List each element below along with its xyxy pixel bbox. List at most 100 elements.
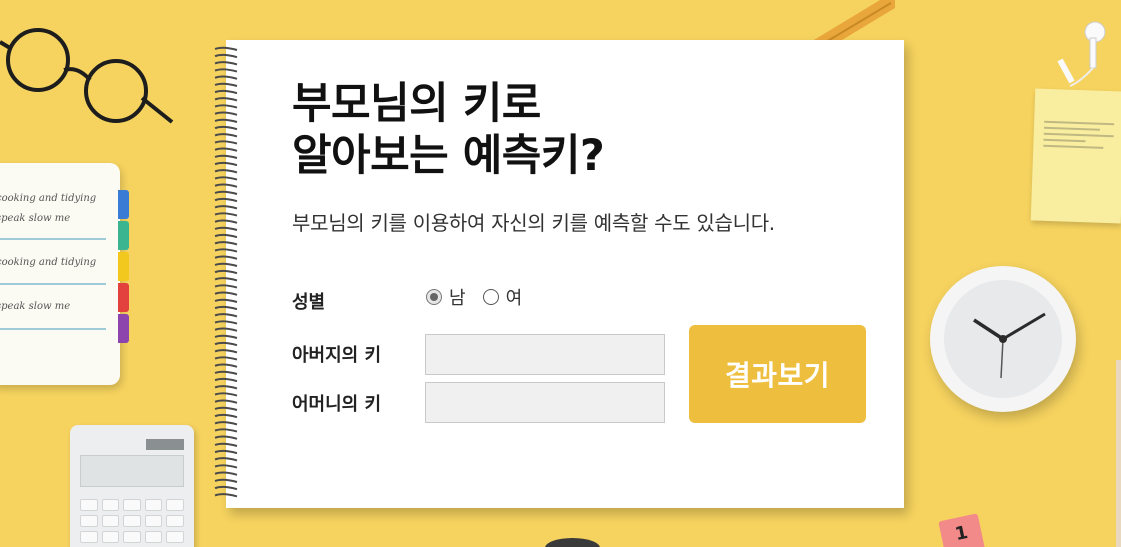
spiral-ring xyxy=(214,320,238,325)
spiral-ring xyxy=(214,269,238,275)
spiral-binding-icon xyxy=(214,46,238,498)
spiral-ring xyxy=(214,442,238,447)
clock-hands-icon xyxy=(973,312,1046,379)
page-title: 부모님의 키로 알아보는 예측키? xyxy=(292,78,605,182)
gender-male-label[interactable]: 남 xyxy=(449,284,466,310)
notepad-line xyxy=(0,328,106,330)
gender-radio-group: 남 여 xyxy=(426,284,539,310)
spiral-ring xyxy=(214,334,238,339)
glasses-decoration xyxy=(0,28,174,124)
father-height-label: 아버지의 키 xyxy=(292,345,382,366)
earbuds-decoration xyxy=(1057,21,1106,87)
spiral-ring xyxy=(214,284,238,289)
notepad-line xyxy=(0,238,106,240)
notepad-scribble: cooking and tidying xyxy=(0,257,97,268)
spiral-ring xyxy=(214,104,238,109)
spiral-ring xyxy=(214,154,238,159)
spiral-ring xyxy=(214,89,238,95)
spiral-ring xyxy=(214,147,238,152)
spiral-ring xyxy=(214,478,238,483)
spiral-ring xyxy=(214,219,238,224)
gender-label: 성별 xyxy=(292,292,326,313)
index-tab xyxy=(118,190,129,219)
spiral-ring xyxy=(214,385,238,390)
gender-male-radio[interactable] xyxy=(426,289,442,305)
number-tag-decoration: 1 xyxy=(938,513,986,547)
spiral-ring xyxy=(214,449,238,455)
spiral-ring xyxy=(214,176,238,181)
number-tag-label: 1 xyxy=(953,521,970,546)
view-result-button[interactable]: 결과보기 xyxy=(689,325,866,423)
spiral-ring xyxy=(214,205,238,210)
index-tabs-decoration xyxy=(118,190,129,345)
spiral-ring xyxy=(214,183,238,188)
notepad-scribble: cooking and tidying xyxy=(0,193,97,204)
mother-height-input[interactable] xyxy=(425,382,665,423)
spiral-ring xyxy=(214,233,238,239)
calculator-screen xyxy=(80,455,184,487)
notepad-scribble: speak slow me xyxy=(0,301,71,312)
spiral-ring xyxy=(214,53,238,59)
spiral-ring xyxy=(214,406,238,411)
calculator-solar-panel xyxy=(146,439,184,450)
title-line-1: 부모님의 키로 xyxy=(292,79,541,129)
spiral-ring xyxy=(214,363,238,368)
spiral-ring xyxy=(214,356,238,361)
spiral-ring xyxy=(214,61,238,66)
spiral-ring xyxy=(214,226,238,231)
sticky-note-decoration xyxy=(1030,88,1121,224)
mother-height-label: 어머니의 키 xyxy=(292,394,382,415)
spiral-ring xyxy=(214,82,238,87)
spiral-ring xyxy=(214,212,238,217)
spiral-ring xyxy=(214,370,238,375)
spiral-ring xyxy=(214,298,238,303)
spiral-ring xyxy=(214,97,238,102)
spiral-ring xyxy=(214,248,238,253)
title-line-2: 알아보는 예측키? xyxy=(292,131,605,181)
father-height-input[interactable] xyxy=(425,334,665,375)
sticky-notepad-decoration: cooking and tidying speak slow me cookin… xyxy=(0,163,120,385)
spiral-ring xyxy=(214,377,238,383)
spiral-ring xyxy=(214,485,238,491)
spiral-ring xyxy=(214,75,238,80)
spiral-ring xyxy=(214,327,238,332)
spiral-ring xyxy=(214,190,238,195)
gender-female-label[interactable]: 여 xyxy=(506,284,523,310)
spiral-ring xyxy=(214,464,238,469)
calculator-keys xyxy=(80,499,184,547)
spiral-ring xyxy=(214,255,238,260)
spiral-ring xyxy=(214,140,238,145)
index-tab xyxy=(118,283,129,312)
calculator-decoration xyxy=(70,425,194,547)
spiral-ring xyxy=(214,291,238,296)
spiral-ring xyxy=(214,46,238,51)
gender-female-radio[interactable] xyxy=(482,289,499,305)
spiral-ring xyxy=(214,392,238,397)
notepad-line xyxy=(0,283,106,285)
cup-decoration xyxy=(545,538,600,547)
index-tab xyxy=(118,221,129,250)
spiral-ring xyxy=(214,313,238,318)
spiral-ring xyxy=(214,428,238,433)
spiral-ring xyxy=(214,305,238,311)
spiral-ring xyxy=(214,457,238,462)
ruler-decoration xyxy=(1116,360,1121,547)
spiral-ring xyxy=(214,125,238,131)
spiral-ring xyxy=(214,118,238,123)
spiral-ring xyxy=(214,435,238,440)
spiral-ring xyxy=(214,421,238,426)
spiral-ring xyxy=(214,399,238,404)
spiral-ring xyxy=(214,471,238,476)
page-subtitle: 부모님의 키를 이용하여 자신의 키를 예측할 수도 있습니다. xyxy=(292,211,775,235)
spiral-ring xyxy=(214,111,238,116)
spiral-ring xyxy=(214,161,238,167)
notepad-scribble: speak slow me xyxy=(0,213,71,224)
index-tab xyxy=(118,252,129,281)
spiral-ring xyxy=(214,413,238,419)
spiral-ring xyxy=(214,133,238,138)
spiral-ring xyxy=(214,341,238,347)
spiral-ring xyxy=(214,169,238,174)
spiral-ring xyxy=(214,493,238,498)
spiral-ring xyxy=(214,277,238,282)
spiral-ring xyxy=(214,68,238,73)
